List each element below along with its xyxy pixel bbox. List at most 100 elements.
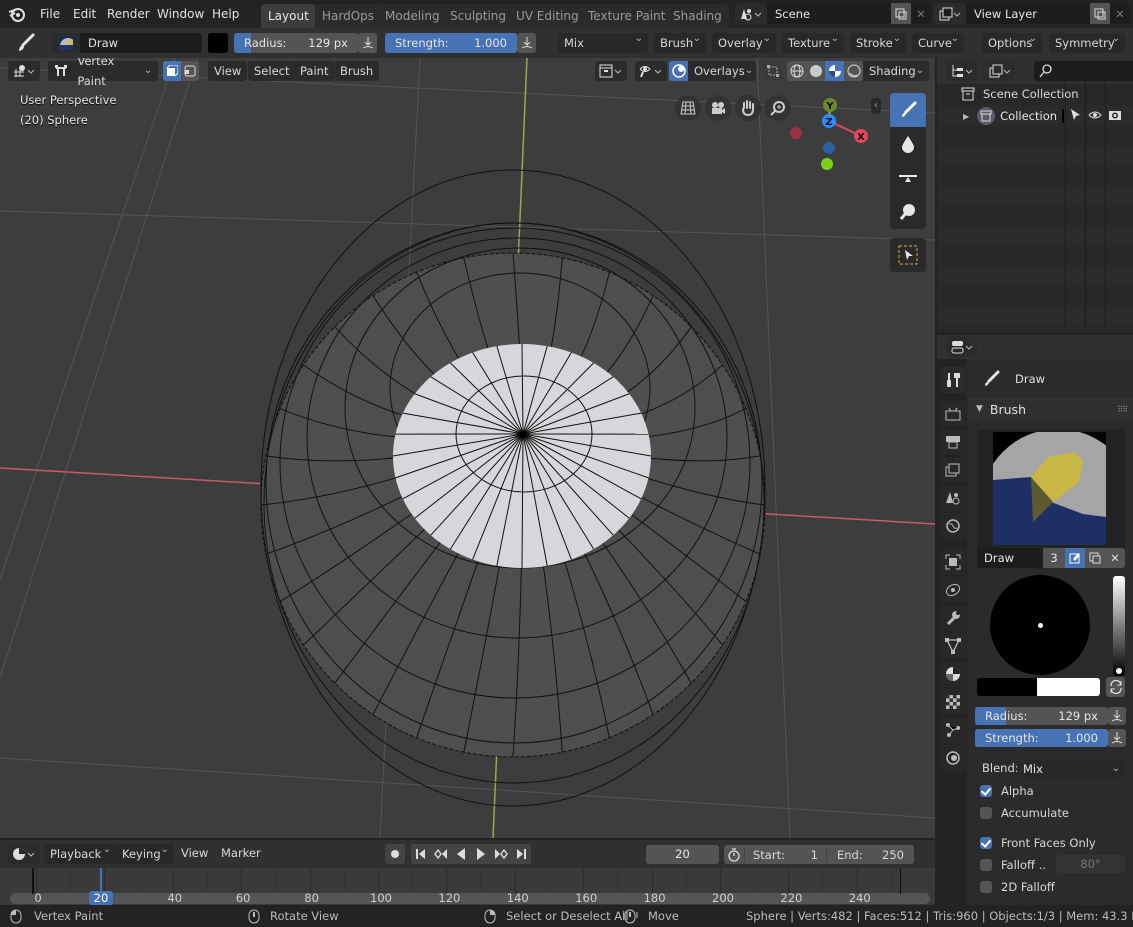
blur-tool-icon[interactable] (890, 127, 926, 161)
tab-sculpting[interactable]: Sculpting (443, 4, 514, 28)
view-layer-name[interactable]: View Layer (966, 7, 1090, 21)
stroke-menu[interactable]: Stroke (850, 29, 906, 53)
3d-viewport[interactable]: Vertex Paint ⌄ View Select Paint Brush O… (0, 58, 935, 838)
tab-modeling[interactable]: Modeling (378, 4, 447, 28)
overlays-dropdown[interactable]: Overlays ⌄ (688, 61, 756, 81)
blend-mode-dropdown[interactable]: Mix ⌄ (1017, 759, 1125, 778)
world-tab-icon[interactable] (940, 513, 966, 539)
duplicate-view-layer-icon[interactable] (1090, 3, 1110, 24)
timeline-view-menu[interactable]: View (181, 846, 208, 860)
brush-menu[interactable]: Brush (654, 29, 706, 53)
current-frame-field[interactable]: 20 (646, 845, 719, 864)
secondary-color-swatch[interactable] (1037, 678, 1100, 696)
brush-selector[interactable]: Draw (52, 33, 202, 53)
sphere-mesh[interactable] (260, 169, 766, 807)
select-box-tool-icon[interactable] (890, 238, 926, 272)
vertex-mask-toggle[interactable] (181, 61, 199, 81)
swap-colors-icon[interactable] (1106, 677, 1125, 697)
timeline-marker-menu[interactable]: Marker (221, 846, 261, 860)
alpha-checkbox[interactable]: Alpha (980, 784, 1034, 798)
viewport-menu-paint[interactable]: Paint (294, 61, 335, 81)
menu-window[interactable]: Window (151, 4, 210, 24)
jump-to-next-keyframe-icon[interactable] (491, 849, 511, 859)
particles-tab-icon[interactable] (940, 717, 966, 743)
viewport-scene[interactable] (0, 58, 935, 838)
material-preview-shading-icon[interactable] (825, 61, 844, 81)
symmetry-menu[interactable]: Symmetry (1049, 29, 1125, 53)
scene-icon[interactable] (735, 3, 767, 24)
modifiers-tab-icon[interactable] (940, 577, 966, 603)
properties-editor-type-icon[interactable] (947, 337, 977, 357)
outliner-item-collection[interactable]: ▶ Collection (963, 107, 1133, 125)
object-visibility-button[interactable] (595, 61, 627, 81)
gizmo-neg-y[interactable] (821, 158, 833, 170)
play-icon[interactable] (471, 848, 491, 860)
jump-to-prev-keyframe-icon[interactable] (431, 849, 451, 859)
panel-radius-slider[interactable]: Radius: 129 px (975, 707, 1108, 725)
front-faces-only-checkbox[interactable]: Front Faces Only (980, 836, 1096, 850)
brush-panel-header[interactable]: ▼ Brush ⠿⠿ (968, 398, 1133, 420)
duplicate-scene-icon[interactable] (891, 3, 911, 24)
material-tab-icon[interactable] (940, 661, 966, 687)
record-keyframes-icon[interactable] (385, 844, 405, 864)
mesh-data-tab-icon[interactable] (940, 633, 966, 659)
collapse-arrow-icon[interactable]: ▼ (976, 404, 983, 414)
duplicate-brush-icon[interactable] (1085, 548, 1105, 568)
smear-tool-icon[interactable] (890, 195, 926, 229)
menu-render[interactable]: Render (101, 4, 156, 24)
render-camera-icon[interactable] (1108, 108, 1122, 125)
xray-toggle-icon[interactable] (763, 61, 782, 81)
alpha-check-icon[interactable] (980, 785, 992, 797)
falloff-angle-field[interactable]: 80° (1056, 855, 1125, 873)
menu-help[interactable]: Help (206, 4, 245, 24)
object-tab-icon[interactable] (940, 549, 966, 575)
scene-selector[interactable]: Scene ✕ (735, 3, 931, 24)
wrench-tab-icon[interactable] (940, 605, 966, 631)
brush-color-swatch[interactable] (208, 33, 228, 53)
draw-tool-icon[interactable] (890, 93, 926, 127)
brush-preview-frame[interactable] (977, 429, 1125, 553)
value-slider-handle[interactable] (1116, 668, 1122, 674)
playback-menu[interactable]: Playback (44, 840, 116, 864)
texture-menu[interactable]: Texture (782, 29, 844, 53)
overlays-toggle-icon[interactable] (669, 61, 688, 81)
falloff-check-icon[interactable] (980, 859, 992, 871)
falloff-checkbox[interactable]: Falloff .. (980, 858, 1046, 872)
solid-shading-icon[interactable] (806, 64, 825, 78)
panel-strength-slider[interactable]: Strength: 1.000 (975, 729, 1108, 747)
timeline-editor-type-icon[interactable] (8, 844, 40, 864)
scene-name[interactable]: Scene (767, 7, 891, 21)
blender-logo-icon[interactable] (8, 5, 26, 26)
tab-layout[interactable]: Layout (261, 4, 316, 28)
outliner-editor-type-icon[interactable] (947, 61, 977, 81)
unlink-brush-icon[interactable]: ✕ (1105, 548, 1125, 568)
tab-texture-paint[interactable]: Texture Paint (581, 4, 673, 28)
editor-type-button[interactable] (8, 61, 40, 81)
menu-file[interactable]: File (34, 4, 66, 24)
brush-name[interactable]: Draw (80, 36, 118, 50)
tab-shading[interactable]: Shading (666, 4, 729, 28)
scene-tab-icon[interactable] (940, 485, 966, 511)
average-tool-icon[interactable] (890, 161, 926, 195)
jump-to-start-icon[interactable] (411, 849, 431, 859)
stopwatch-icon[interactable] (724, 847, 744, 862)
panel-drag-handle-icon[interactable]: ⠿⠿ (1117, 405, 1128, 414)
viewport-menu-view[interactable]: View (208, 61, 248, 81)
front-faces-check-icon[interactable] (980, 837, 992, 849)
radius-slider[interactable]: Radius: 129 px (234, 33, 358, 53)
outliner-search-input[interactable] (1034, 61, 1133, 81)
display-mode-icon[interactable] (985, 61, 1015, 81)
delete-scene-icon[interactable]: ✕ (911, 7, 931, 21)
render-tab-icon[interactable] (940, 401, 966, 427)
pan-view-hand-icon[interactable] (735, 95, 761, 121)
toggle-ortho-grid-icon[interactable] (675, 95, 701, 121)
radius-pressure-icon[interactable] (358, 33, 377, 53)
strength-slider[interactable]: Strength: 1.000 (385, 33, 517, 53)
rendered-shading-icon[interactable] (844, 64, 863, 78)
scene-collection-row[interactable]: Scene Collection (961, 87, 1079, 101)
expand-arrow-icon[interactable]: ▶ (963, 112, 969, 121)
tool-settings-tab-icon[interactable] (940, 367, 966, 393)
visibility-eye-icon[interactable] (1088, 109, 1102, 124)
shading-dropdown[interactable]: Shading ⌄ (863, 61, 929, 81)
play-reverse-icon[interactable] (451, 848, 471, 860)
